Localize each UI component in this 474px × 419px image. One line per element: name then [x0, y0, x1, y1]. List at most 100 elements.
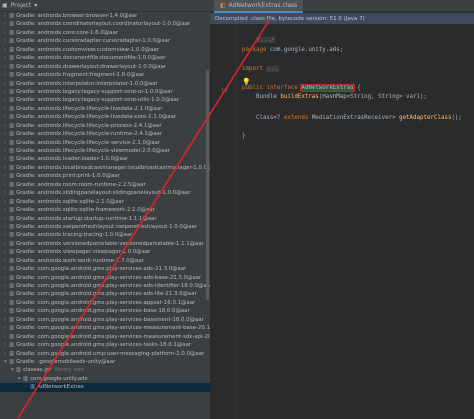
tree-item-label: Gradle: androidx.interpolator:interpolat…	[16, 80, 158, 87]
tree-item-label: Gradle: com.google.android.gms:play-serv…	[16, 291, 197, 298]
tree-item[interactable]: › ▥ Gradle: androidx.sqlite:sqlite-framewo…	[0, 206, 210, 214]
tree-item-label: Gradle: com.google.android.gms:play-serv…	[16, 325, 210, 332]
tree-item[interactable]: › ▥ Gradle: androidx.interpolator:interpol…	[0, 80, 210, 88]
library-icon: ▥	[9, 299, 15, 306]
tree-item[interactable]: › ▥ Gradle: androidx.fragment:fragment-1.0…	[0, 71, 210, 79]
header-fold[interactable]: /.../	[255, 37, 276, 43]
tree-item[interactable]: › ▥ Gradle: androidx.print:print-1.0.0@aar	[0, 172, 210, 180]
tree-item[interactable]: › ▥ Gradle: androidx.lifecycle:lifecycle-v…	[0, 147, 210, 155]
interface-name[interactable]: AdNetworkExtras	[300, 84, 355, 92]
tree-item[interactable]: › ▥ Gradle: androidx.slidingpanelayout:sli…	[0, 189, 210, 197]
tree-item[interactable]: › ▥ Gradle: androidx.drawerlayout:drawerla…	[0, 63, 210, 71]
library-icon: ▥	[9, 198, 15, 205]
tree-item[interactable]: › ▥ Gradle: androidx.legacy:legacy-support…	[0, 88, 210, 96]
library-icon: ▥	[9, 114, 15, 121]
tree-item[interactable]: › ▥ Gradle: androidx.room:room-runtime-2.2…	[0, 181, 210, 189]
code-line-header-fold[interactable]: /.../	[242, 27, 276, 43]
tree-item[interactable]: › ▥ Gradle: com.google.android.gms:play-se…	[0, 299, 210, 307]
method-build-extras[interactable]: buildExtras	[280, 94, 318, 100]
tree-item[interactable]: › ▥ Gradle: androidx.lifecycle:lifecycle-r…	[0, 130, 210, 138]
tree-item-label: Gradle: androidx.core:core-1.6.0@aar	[16, 29, 118, 36]
import-fold[interactable]: ...	[266, 66, 279, 72]
tree-item[interactable]: › ▥ Gradle: androidx.viewpager:viewpager-1…	[0, 248, 210, 256]
tree-item[interactable]: › ▥ Gradle: com.google.android.gms:play-se…	[0, 265, 210, 273]
tree-item[interactable]: › ▥ Gradle: androidx.coordinatorlayout:coo…	[0, 20, 210, 28]
tree-item[interactable]: › ▥ Gradle: androidx.versionedparcelable:v…	[0, 240, 210, 248]
tree-item-label: Gradle: androidx.work:work-runtime-2.7.0…	[16, 257, 144, 264]
tree-item-label: Gradle: androidx.lifecycle:lifecycle-liv…	[16, 114, 177, 121]
tree-item[interactable]: ▾ ▥ Gradle: :googlemobileads-unity@aar	[0, 358, 210, 366]
tree-item-label: Gradle: androidx.print:print-1.0.0@aar	[16, 173, 120, 180]
tree-item[interactable]: › ▥ Gradle: androidx.lifecycle:lifecycle-l…	[0, 105, 210, 113]
tree-item[interactable]: ▾ ▥ classes.jar library root	[0, 366, 210, 374]
library-icon: ▥	[9, 249, 15, 256]
tree-item-label: com.google.unity.ads	[30, 375, 88, 382]
library-icon: ▥	[9, 55, 15, 62]
tree-item-label: Gradle: androidx.sqlite:sqlite-2.1.0@aar	[16, 198, 124, 205]
tab-adnetworkextras[interactable]: ◧ AdNetworkExtras.class	[214, 0, 304, 13]
tree-item[interactable]: › ▥ Gradle: androidx.work:work-runtime-2.7…	[0, 257, 210, 265]
project-panel-header[interactable]: ▣ Project ▾	[0, 0, 210, 12]
library-icon: ▥	[9, 122, 15, 129]
tree-item[interactable]: › ▥ Gradle: androidx.core:core-1.6.0@aar	[0, 29, 210, 37]
open-brace: {	[353, 85, 361, 91]
tree-item[interactable]: › ▥ Gradle: com.google.android.gms:play-se…	[0, 274, 210, 282]
tree-item[interactable]: › ▥ Gradle: com.google.android.gms:play-se…	[0, 282, 210, 290]
tree-item-label: Gradle: com.google.android.gms:play-serv…	[16, 283, 210, 289]
tree-item[interactable]: › ▥ Gradle: androidx.lifecycle:lifecycle-p…	[0, 122, 210, 130]
chevron-down-icon[interactable]: ▾	[34, 2, 37, 9]
keyword-interface: interface	[266, 85, 298, 91]
tree-item[interactable]: › ▥ Gradle: androidx.tracing:tracing-1.0.0…	[0, 231, 210, 239]
library-icon: ▥	[9, 308, 15, 315]
library-icon: ▥	[16, 367, 22, 374]
tree-item[interactable]: › ▥ Gradle: androidx.cursoradapter:cursora…	[0, 37, 210, 45]
editor-area: ◧ AdNetworkExtras.class Decompiled .clas…	[210, 0, 474, 419]
tree-item-label: Gradle: androidx.startup:startup-runtime…	[16, 215, 157, 222]
tree-item[interactable]: › ▥ Gradle: androidx.localbroadcastmanager…	[0, 164, 210, 172]
method-get-adapter-class[interactable]: getAdapterClass	[399, 115, 451, 121]
library-icon: ▥	[9, 190, 15, 197]
method-params: (HashMap<String, String> var1);	[318, 94, 427, 100]
tree-item-label: Gradle: com.google.android.gms:play-serv…	[16, 316, 204, 323]
library-icon: ▥	[9, 38, 15, 45]
tree-item[interactable]: › ▥ Gradle: androidx.legacy:legacy-support…	[0, 96, 210, 104]
tree-item-label: Gradle: androidx.viewpager:viewpager-1.0…	[16, 249, 151, 256]
project-panel-title: Project	[10, 2, 32, 9]
tree-item[interactable]: › ▥ Gradle: com.google.android.gms:play-se…	[0, 324, 210, 332]
tree-item[interactable]: › ▥ Gradle: androidx.lifecycle:lifecycle-s…	[0, 139, 210, 147]
tree-item[interactable]: ▾ ▥ com.google.unity.ads	[0, 375, 210, 383]
code-line-package: package com.google.unity.ads;	[242, 46, 343, 55]
editor-tab-bar: ◧ AdNetworkExtras.class	[210, 0, 474, 13]
tree-item[interactable]: › ▥ Gradle: androidx.browser:browser-1.4.0…	[0, 12, 210, 20]
tree-item[interactable]: › ▥ Gradle: androidx.lifecycle:lifecycle-l…	[0, 113, 210, 121]
tree-item[interactable]: › ▥ Gradle: androidx.documentfile:document…	[0, 54, 210, 62]
tree-item[interactable]: › ▥ Gradle: androidx.customview:customview…	[0, 46, 210, 54]
library-icon: ▥	[9, 342, 15, 349]
tree-item[interactable]: › ▥ Gradle: androidx.loader:loader-1.0.0@a…	[0, 155, 210, 163]
tree-item-label: Gradle: androidx.drawerlayout:drawerlayo…	[16, 63, 167, 70]
tab-label: AdNetworkExtras.class	[228, 2, 298, 9]
tree-item-label: Gradle: androidx.cursoradapter:cursorada…	[16, 38, 171, 45]
library-icon: ▥	[9, 333, 15, 340]
tree-scrollbar[interactable]	[206, 70, 209, 300]
tree-item-label: Gradle: com.google.android.gms:play-serv…	[16, 308, 190, 315]
tree-item[interactable]: › ▥ Gradle: com.google.android.gms:play-se…	[0, 333, 210, 341]
library-icon: ▥	[9, 88, 15, 95]
tree-item[interactable]: › ▥ Gradle: androidx.swiperefreshlayout:sw…	[0, 223, 210, 231]
tree-item[interactable]: › ▥ Gradle: com.google.android.gms:play-se…	[0, 316, 210, 324]
tree-item[interactable]: › ▥ Gradle: androidx.startup:startup-runti…	[0, 215, 210, 223]
tree-item-label: Gradle: androidx.lifecycle:lifecycle-liv…	[16, 105, 163, 112]
tree-item[interactable]: › ▥ Gradle: com.google.android.gms:play-se…	[0, 307, 210, 315]
tree-item-label: Gradle: androidx.versionedparcelable:ver…	[16, 240, 204, 247]
tree-item-label: Gradle: androidx.lifecycle:lifecycle-run…	[16, 131, 163, 138]
keyword-extends: extends	[283, 115, 309, 121]
tree-item-label: Gradle: androidx.lifecycle:lifecycle-pro…	[16, 122, 162, 129]
tree-item-label: Gradle: androidx.browser:browser-1.4.0@a…	[16, 13, 138, 19]
tree-item[interactable]: › ▥ AdNetworkExtras	[0, 383, 210, 392]
tree-item-label: Gradle: androidx.loader:loader-1.0.0@aar	[16, 156, 129, 163]
tree-item[interactable]: › ▥ Gradle: com.google.android.gms:play-se…	[0, 341, 210, 349]
tree-item[interactable]: › ▥ Gradle: com.google.android.gms:play-se…	[0, 290, 210, 298]
project-tree: › ▥ Gradle: androidx.browser:browser-1.4.0…	[0, 12, 210, 392]
tree-item[interactable]: › ▥ Gradle: androidx.sqlite:sqlite-2.1.0@a…	[0, 198, 210, 206]
tree-item[interactable]: › ▥ Gradle: com.google.android.ump:user-me…	[0, 350, 210, 358]
